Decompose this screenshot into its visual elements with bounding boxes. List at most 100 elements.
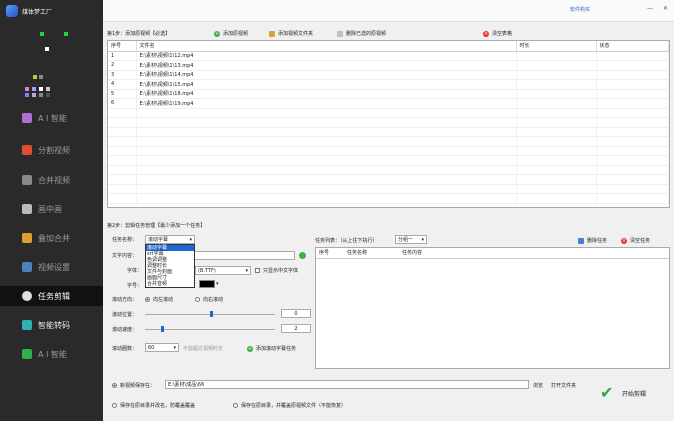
sidebar-item-label: 合并视频: [38, 175, 70, 185]
clear-task-button[interactable]: × 清空任务: [621, 237, 650, 244]
start-button[interactable]: ✔ 开始剪辑: [600, 383, 646, 402]
add-task-button[interactable]: + 添加滚动字幕任务: [247, 345, 296, 352]
merge-video-icon: [22, 175, 32, 185]
task-name-select[interactable]: 滚动字幕 ▾: [145, 235, 195, 244]
sidebar-item-label: 画中画: [38, 204, 62, 214]
chevron-down-icon: ▾: [421, 236, 424, 243]
gear-icon: [22, 291, 32, 301]
column-header[interactable]: 序号: [108, 41, 137, 52]
save-path-input[interactable]: E:\素材\成品\66: [165, 380, 529, 389]
sidebar-item-label: 分割视频: [38, 145, 70, 155]
position-input[interactable]: 0: [281, 309, 311, 318]
clear-icon: ×: [483, 30, 489, 37]
check-icon: ✔: [600, 383, 614, 402]
checkbox[interactable]: [255, 268, 260, 273]
text-edit-icon[interactable]: [299, 252, 306, 259]
purchase-link[interactable]: 软件购买: [570, 6, 590, 13]
column-header[interactable]: 时长: [516, 41, 597, 52]
column-header[interactable]: 序号: [316, 248, 344, 259]
chevron-down-icon: ▾: [173, 344, 176, 351]
table-row[interactable]: 5 E:\素材\视频\1\18.mp4: [108, 89, 669, 99]
open-folder-button[interactable]: 打开文件夹: [551, 382, 576, 389]
table-row[interactable]: 1 E:\素材\视频\1\12.mp4: [108, 51, 669, 61]
position-slider[interactable]: [145, 311, 275, 317]
position-label: 滚动位置：: [112, 312, 138, 318]
color-swatch[interactable]: [199, 280, 215, 288]
browse-button[interactable]: 浏览: [533, 382, 543, 389]
direction-right-radio[interactable]: 向右滚动: [195, 296, 223, 303]
font-label: 字体：: [127, 268, 143, 274]
sidebar: 煤体梦工厂 A I 智能 分割视频 合并视频 画中画 叠加合并 视频设置 任务剪…: [0, 0, 103, 421]
font-select[interactable]: (B.TTF) ▾: [195, 266, 251, 275]
add-icon: +: [214, 30, 220, 37]
text-content-label: 文字内容：: [112, 253, 138, 259]
add-video-button[interactable]: + 添加原视频: [214, 30, 248, 37]
minimize-button[interactable]: —: [647, 5, 653, 12]
sidebar-item-ai[interactable]: A I 智能: [0, 108, 103, 128]
speed-slider[interactable]: [145, 326, 275, 332]
ai-pill-icon: [22, 349, 32, 359]
app-logo-icon: [6, 5, 18, 17]
sidebar-item-label: 叠加合并: [38, 233, 70, 243]
table-row[interactable]: 4 E:\素材\视频\1\15.mp4: [108, 79, 669, 90]
close-button[interactable]: ✕: [663, 5, 668, 12]
slider-thumb[interactable]: [161, 326, 164, 332]
sidebar-item-settings[interactable]: 视频设置: [0, 257, 103, 277]
column-header[interactable]: 文件名: [136, 41, 517, 52]
delete-selected-button[interactable]: 删除已选的原视频: [337, 30, 386, 37]
sidebar-item-pip[interactable]: 画中画: [0, 199, 103, 219]
table-row[interactable]: 3 E:\素材\视频\1\14.mp4: [108, 70, 669, 80]
sidebar-item-overlay[interactable]: 叠加合并: [0, 228, 103, 248]
clear-list-button[interactable]: × 清空表格: [483, 30, 512, 37]
count-select[interactable]: 60 ▾: [145, 343, 179, 352]
size-label: 字号：: [127, 283, 143, 289]
add-icon: +: [247, 345, 253, 352]
video-settings-icon: [22, 262, 32, 272]
sidebar-item-merge[interactable]: 合并视频: [0, 170, 103, 190]
chinese-font-checkbox[interactable]: 只显示中文字体: [255, 267, 298, 274]
overlay-icon: [22, 233, 32, 243]
task-group-select[interactable]: 分组一 ▾: [395, 235, 427, 244]
sidebar-item-transcode[interactable]: 智能转码: [0, 315, 103, 335]
chevron-down-icon: ▾: [189, 236, 192, 243]
count-label: 滚动圈数：: [112, 346, 138, 352]
sidebar-item-ai-2[interactable]: A I 智能: [0, 344, 103, 364]
split-video-icon: [22, 145, 32, 155]
sidebar-item-label: A I 智能: [38, 349, 67, 359]
app-header: 煤体梦工厂: [0, 0, 103, 22]
delete-task-icon: [578, 237, 584, 244]
chevron-down-icon[interactable]: ▾: [216, 281, 219, 287]
column-header[interactable]: 状态: [596, 41, 669, 52]
slider-thumb[interactable]: [210, 311, 213, 317]
transcode-icon: [22, 320, 32, 330]
pip-icon: [22, 204, 32, 214]
sidebar-item-split[interactable]: 分割视频: [0, 140, 103, 160]
overwrite-option-radio[interactable]: 保存在原目录，并覆盖原视频文件（不能恢复）: [233, 402, 346, 409]
sidebar-item-task-edit[interactable]: 任务剪辑: [0, 286, 103, 306]
rename-option-radio[interactable]: 保存在原目录并改名，防覆盖覆盖: [112, 402, 195, 409]
task-name-dropdown[interactable]: 滚动字幕 srt字幕 色调调整 调整时长 文件与封面 画面尺寸 合并音频: [145, 244, 195, 288]
app-title: 煤体梦工厂: [22, 8, 53, 16]
table-header: 序号 文件名 时长 状态: [108, 41, 669, 52]
step2-label: 第2步：剪辑任务管理【最少添加一个任务】: [107, 223, 206, 229]
main-area: 软件购买 — ✕ 第1步：添加原视频【必选】 + 添加原视频 添加视频文件夹 删除…: [103, 0, 674, 421]
direction-left-radio[interactable]: 向左滚动: [145, 296, 173, 303]
sidebar-item-label: A I 智能: [38, 113, 67, 123]
count-hint: 不能超过视频时长: [183, 346, 224, 352]
table-row[interactable]: 2 E:\素材\视频\1\13.mp4: [108, 60, 669, 71]
delete-task-button[interactable]: 删除任务: [578, 237, 607, 244]
add-folder-button[interactable]: 添加视频文件夹: [269, 30, 313, 37]
task-table[interactable]: 序号 任务名称 任务内容: [315, 247, 670, 369]
column-header[interactable]: 任务内容: [399, 248, 669, 259]
clear-icon: ×: [621, 237, 627, 244]
sidebar-item-label: 任务剪辑: [38, 291, 70, 301]
speed-input[interactable]: 2: [281, 324, 311, 333]
step1-label: 第1步：添加原视频【必选】: [107, 31, 171, 37]
table-header: 序号 任务名称 任务内容: [316, 248, 669, 259]
video-table[interactable]: 序号 文件名 时长 状态 1 E:\素材\视频\1\12.mp4 2 E:\素材\视…: [107, 40, 670, 208]
new-video-radio[interactable]: 新视频保存在：: [112, 382, 155, 389]
dropdown-option[interactable]: 合并音频: [146, 281, 194, 287]
folder-icon: [269, 30, 275, 37]
column-header[interactable]: 任务名称: [344, 248, 399, 259]
table-row[interactable]: 6 E:\素材\视频\1\19.mp4: [108, 98, 669, 109]
